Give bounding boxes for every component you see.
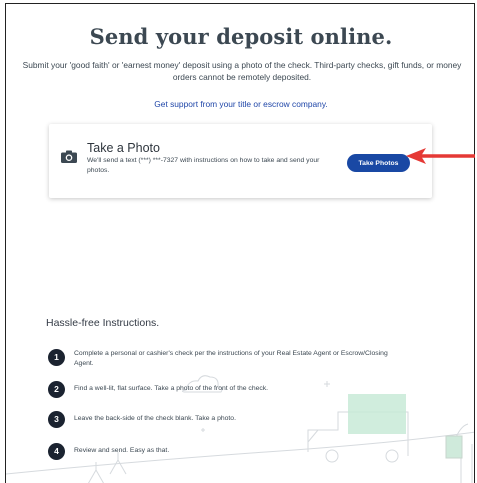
step-text: Leave the back-side of the check blank. … [74,415,236,422]
step-number-badge: 4 [48,443,65,460]
card-description: We'll send a text (***) ***-7327 with in… [87,157,320,174]
step-text: Complete a personal or cashier's check p… [74,350,388,367]
step-text: Review and send. Easy as that. [74,447,170,454]
step-number-badge: 2 [48,381,65,398]
camera-icon [61,150,77,163]
instructions-title: Hassle-free Instructions. [46,317,160,329]
step-number-badge: 1 [48,349,65,366]
step-text: Find a well-lit, flat surface. Take a ph… [74,385,269,392]
take-photos-button[interactable]: Take Photos [347,154,410,172]
instruction-step-4: 4 Review and send. Easy as that. [48,443,408,465]
step-number-badge: 3 [48,411,65,428]
red-arrow-annotation-icon [406,148,475,164]
instruction-step-3: 3 Leave the back-side of the check blank… [48,411,408,433]
card-title: Take a Photo [87,141,160,155]
support-link[interactable]: Get support from your title or escrow co… [6,99,474,109]
page-frame: Send your deposit online. Submit your 'g… [5,3,475,483]
page-title: Send your deposit online. [89,24,393,49]
take-photo-card: Take a Photo We'll send a text (***) ***… [49,124,432,198]
instruction-step-1: 1 Complete a personal or cashier's check… [48,349,408,371]
page-subtitle: Submit your 'good faith' or 'earnest mon… [22,60,462,82]
instruction-step-2: 2 Find a well-lit, flat surface. Take a … [48,381,408,403]
